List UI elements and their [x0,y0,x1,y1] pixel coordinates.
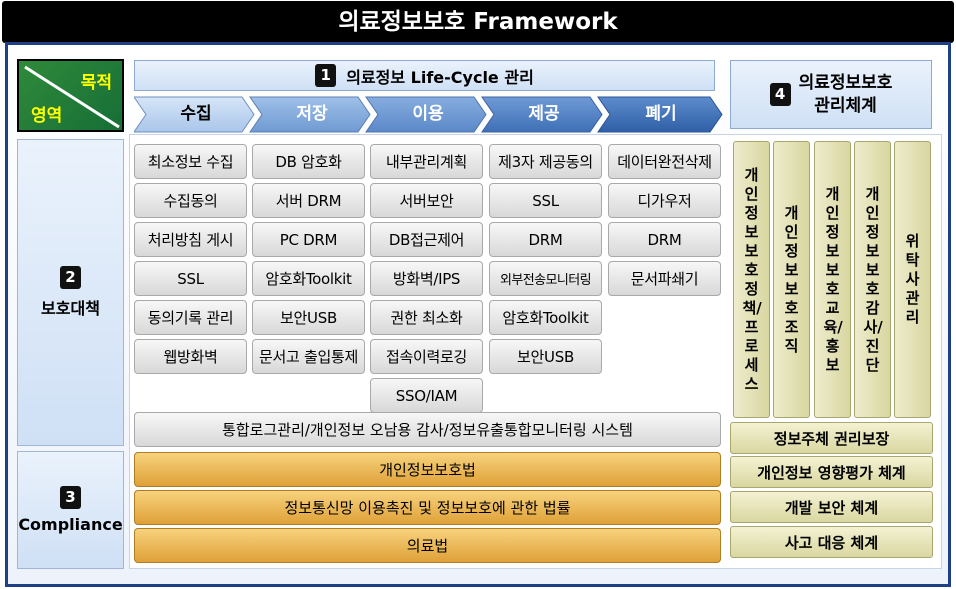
stage-provide: 제공 [528,104,560,124]
law-network-act: 정보통신망 이용촉진 및 정보보호에 관한 법률 [134,490,721,525]
measure-cell: 웹방화벽 [134,339,247,374]
measures-provide-column: 제3자 제공동의 SSL DRM 외부전송모니터링 암호화Toolkit 보안U… [489,144,602,378]
measures-store-column: DB 암호화 서버 DRM PC DRM 암호화Toolkit 보안USB 문서… [252,144,365,378]
measure-cell: 처리방침 게시 [134,222,247,257]
mgmt-policy-process: 개인정보보호정책/프로세스 [733,141,770,418]
law-medical-act: 의료법 [134,528,721,563]
measures-dispose-column: 데이터완전삭제 디가우저 DRM 문서파쇄기 [608,144,721,300]
stage-dispose: 폐기 [645,104,677,124]
measure-cell: 권한 최소화 [370,300,483,335]
measures-use-column: 내부관리계획 서버보안 DB접근제어 방화벽/IPS 권한 최소화 접속이력로깅… [370,144,483,417]
stage-collect: 수집 [180,104,212,124]
axis-corner: 목적 영역 [17,59,124,132]
measure-cell: SSL [489,183,602,218]
measure-cell: 보안USB [489,339,602,374]
protection-label: 보호대책 [41,299,100,318]
mgmt-education: 개인정보보호교육/홍보 [814,141,851,418]
measure-cell: 방화벽/IPS [370,261,483,296]
measure-cell: 디가우저 [608,183,721,218]
measure-cell: PC DRM [252,222,365,257]
measure-cell: 문서파쇄기 [608,261,721,296]
stage-store: 저장 [296,104,328,124]
compliance-label: Compliance [18,515,123,534]
protection-side-label: 2 보호대책 [17,139,124,446]
measure-cell: 제3자 제공동의 [489,144,602,179]
measure-cell: 보안USB [252,300,365,335]
mgmt-impact-assessment: 개인정보 영향평가 체계 [730,456,933,488]
management-header: 4 의료정보보호 관리체계 [730,60,932,129]
lifecycle-title: 의료정보 Life-Cycle 관리 [346,67,534,87]
measure-cell: 서버보안 [370,183,483,218]
measure-cell: 동의기록 관리 [134,300,247,335]
measure-cell: 최소정보 수집 [134,144,247,179]
management-title: 의료정보보호 관리체계 [798,72,893,116]
measures-collect-column: 최소정보 수집 수집동의 처리방침 게시 SSL 동의기록 관리 웹방화벽 [134,144,247,378]
measure-cell: 데이터완전삭제 [608,144,721,179]
measure-cell: 문서고 출입통제 [252,339,365,374]
measure-cell: 내부관리계획 [370,144,483,179]
measure-cell: SSL [134,261,247,296]
page-title: 의료정보보호 Framework [2,1,954,43]
measure-cell: SSO/IAM [370,378,483,413]
stage-use: 이용 [412,104,444,124]
measure-cell: 외부전송모니터링 [489,261,602,296]
mgmt-audit: 개인정보보호감사/진단 [854,141,891,418]
measure-cell: DRM [608,222,721,257]
lifecycle-stages: 수집 저장 이용 제공 폐기 [134,96,724,133]
protection-number-badge: 2 [60,266,81,289]
mgmt-outsourcing: 위탁사관리 [894,141,931,418]
measure-cell: DB접근제어 [370,222,483,257]
area-label: 영역 [31,106,63,126]
lifecycle-header: 1 의료정보 Life-Cycle 관리 [134,60,715,91]
law-privacy-act: 개인정보보호법 [134,452,721,487]
measure-cell: DB 암호화 [252,144,365,179]
mgmt-incident-response: 사고 대응 체계 [730,526,933,558]
mgmt-dev-security: 개발 보안 체계 [730,491,933,523]
measure-cell: 암호화Toolkit [252,261,365,296]
measure-cell: 접속이력로깅 [370,339,483,374]
mgmt-organization: 개인정보보호조직 [773,141,810,418]
integrated-monitoring-system: 통합로그관리/개인정보 오남용 감사/정보유출통합모니터링 시스템 [134,412,721,447]
measure-cell: 서버 DRM [252,183,365,218]
mgmt-subject-rights: 정보주체 권리보장 [730,422,933,454]
measure-cell: 수집동의 [134,183,247,218]
compliance-number-badge: 3 [60,486,81,509]
measure-cell: DRM [489,222,602,257]
management-number-badge: 4 [769,83,791,106]
lifecycle-number-badge: 1 [315,64,337,87]
compliance-side-label: 3 Compliance [17,451,124,569]
purpose-label: 목적 [80,73,112,93]
measure-cell: 암호화Toolkit [489,300,602,335]
